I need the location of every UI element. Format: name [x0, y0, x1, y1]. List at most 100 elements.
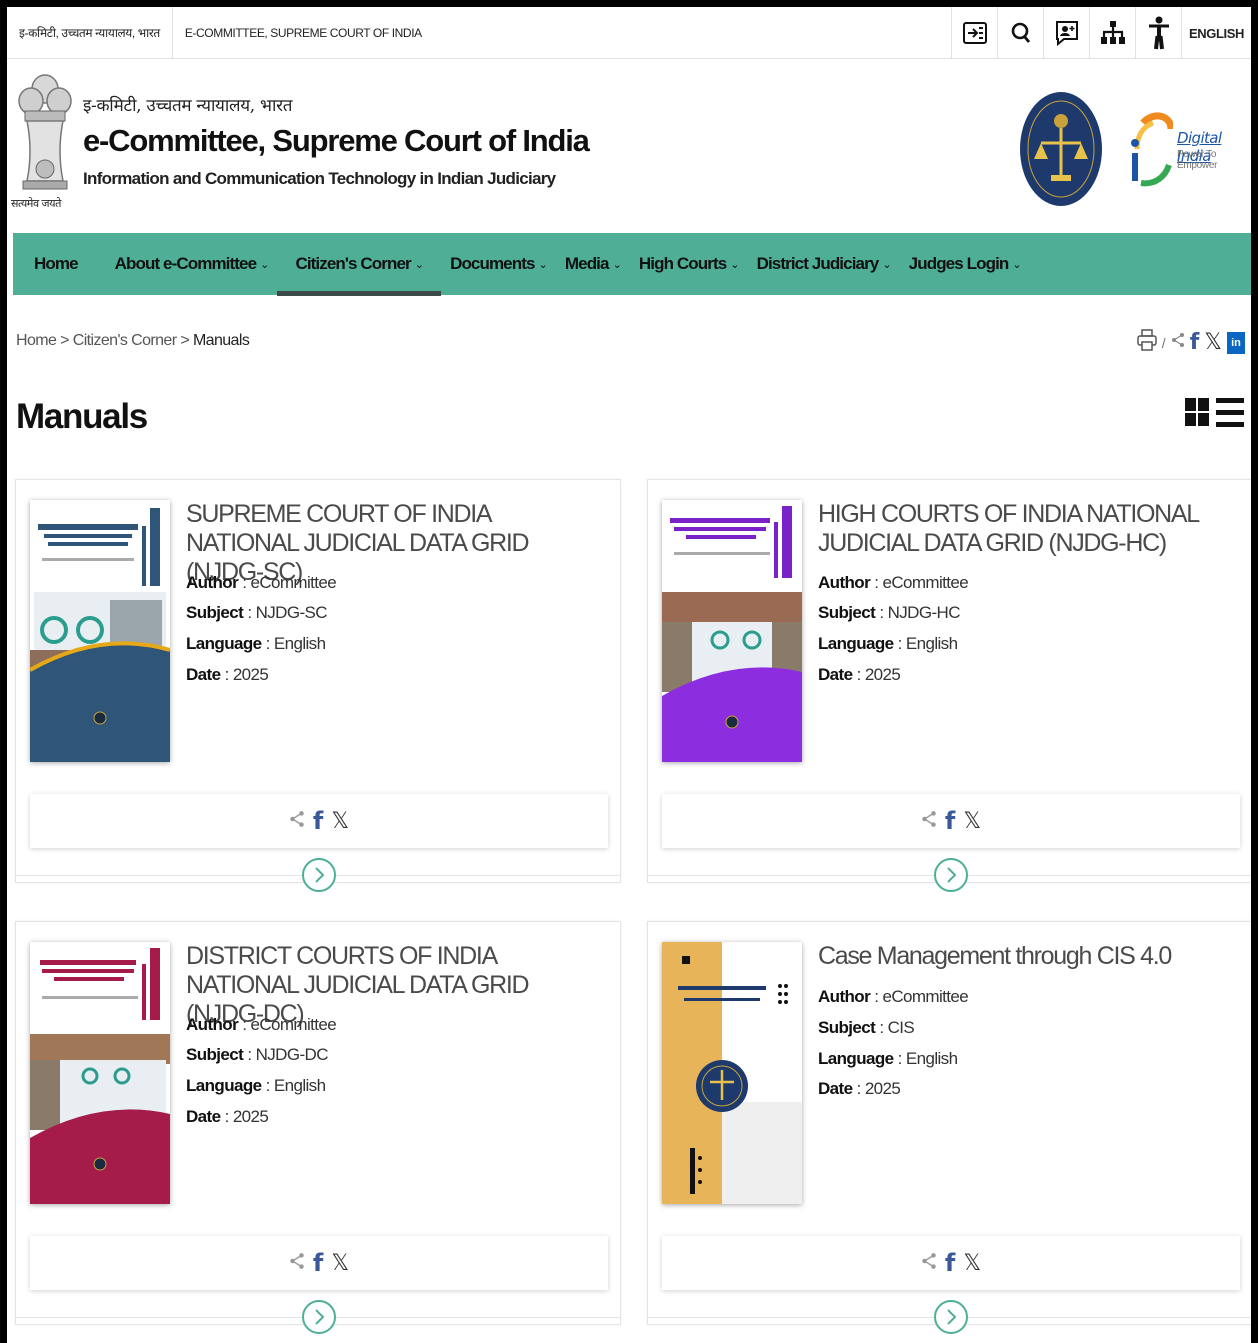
top-bar: इ-कमिटी, उच्चतम न्यायालय, भारत E-COMMITT… — [7, 7, 1251, 59]
view-toggle — [1184, 395, 1244, 434]
subject-value: NJDG-HC — [887, 603, 961, 622]
language-label: Language — [186, 1076, 262, 1095]
chevron-down-icon: ⌄ — [882, 258, 891, 271]
manual-card: HIGH COURTS OF INDIA NATIONAL JUDICIAL D… — [647, 479, 1251, 892]
subject-label: Subject — [818, 603, 876, 622]
page-share-tools: / f 𝕏 in — [1137, 329, 1245, 356]
read-more-arrow-icon[interactable] — [934, 858, 968, 892]
read-more-arrow-icon[interactable] — [302, 1300, 336, 1334]
x-twitter-icon[interactable]: 𝕏 — [331, 809, 349, 834]
print-icon[interactable] — [1137, 329, 1157, 356]
author-label: Author — [186, 573, 239, 592]
facebook-icon[interactable]: f — [313, 807, 323, 835]
language-selector[interactable]: ENGLISH — [1181, 7, 1251, 59]
manual-cover-image[interactable] — [662, 942, 802, 1204]
manual-title[interactable]: HIGH COURTS OF INDIA NATIONAL JUDICIAL D… — [818, 500, 1228, 558]
share-icon[interactable] — [921, 1252, 937, 1275]
nav-home[interactable]: Home — [13, 233, 106, 295]
grid-view-icon[interactable] — [1184, 395, 1210, 434]
subject-label: Subject — [186, 603, 244, 622]
top-bar-english-label: E-COMMITTEE, SUPREME COURT OF INDIA — [184, 25, 422, 40]
site-subtitle: Information and Communication Technology… — [83, 169, 556, 188]
nav-home-label: Home — [34, 254, 79, 273]
site-title[interactable]: e-Committee, Supreme Court of India — [83, 123, 590, 159]
date-value: 2025 — [864, 1079, 901, 1098]
manual-card: Case Management through CIS 4.0 Author :… — [647, 921, 1251, 1334]
share-icon[interactable] — [1171, 332, 1185, 353]
author-label: Author — [818, 573, 871, 592]
date-value: 2025 — [864, 665, 901, 684]
manual-cover-image[interactable] — [662, 500, 802, 762]
chevron-down-icon: ⌄ — [260, 258, 269, 271]
nav-high-courts-label: High Courts — [638, 254, 727, 273]
site-title-hindi: इ-कमिटी, उच्चतम न्यायालय, भारत — [83, 96, 293, 116]
manual-cover-image[interactable] — [30, 500, 170, 762]
breadcrumb-home[interactable]: Home — [16, 332, 57, 349]
language-value: English — [273, 634, 326, 653]
top-bar-icons: ENGLISH — [951, 7, 1251, 59]
x-twitter-icon[interactable]: 𝕏 — [1204, 330, 1222, 355]
chevron-down-icon: ⌄ — [538, 258, 548, 271]
card-share-bar: f 𝕏 — [30, 1236, 608, 1290]
nav-high-courts[interactable]: High Courts ⌄ — [630, 233, 748, 295]
manual-title[interactable]: Case Management through CIS 4.0 — [818, 942, 1228, 971]
language-value: English — [905, 634, 958, 653]
facebook-icon[interactable]: f — [1190, 330, 1200, 355]
accessibility-icon[interactable] — [1135, 7, 1181, 59]
nav-media[interactable]: Media ⌄ — [556, 233, 630, 295]
author-label: Author — [186, 1015, 239, 1034]
date-label: Date — [186, 665, 221, 684]
linkedin-icon[interactable]: in — [1227, 331, 1245, 354]
nav-documents[interactable]: Documents ⌄ — [441, 233, 556, 295]
x-twitter-icon[interactable]: 𝕏 — [963, 1251, 981, 1276]
share-icon[interactable] — [289, 1252, 305, 1275]
date-value: 2025 — [232, 665, 269, 684]
share-icon[interactable] — [289, 810, 305, 833]
date-label: Date — [818, 665, 853, 684]
breadcrumb-citizens-corner[interactable]: Citizen's Corner — [73, 332, 177, 349]
nav-about[interactable]: About e-Committee ⌄ — [106, 233, 278, 295]
feedback-icon[interactable] — [1043, 7, 1089, 59]
site-header: सत्यमेव जयते इ-कमिटी, उच्चतम न्यायालय, भ… — [7, 59, 1251, 233]
manual-date: Date : 2025 — [186, 1107, 269, 1126]
author-value: eCommittee — [882, 573, 969, 592]
nav-citizens-corner[interactable]: Citizen's Corner ⌄ — [277, 233, 441, 296]
subject-value: NJDG-SC — [255, 603, 328, 622]
manual-cover-image[interactable] — [30, 942, 170, 1204]
skip-to-content-icon[interactable] — [951, 7, 997, 59]
date-label: Date — [186, 1107, 221, 1126]
share-icon[interactable] — [921, 810, 937, 833]
read-more-arrow-icon[interactable] — [934, 1300, 968, 1334]
language-label: Language — [818, 1049, 894, 1068]
card-share-bar: f 𝕏 — [662, 1236, 1240, 1290]
facebook-icon[interactable]: f — [313, 1249, 323, 1277]
nav-citizens-corner-label: Citizen's Corner — [295, 254, 411, 273]
chevron-down-icon: ⌄ — [730, 258, 739, 271]
national-emblem[interactable] — [15, 73, 75, 213]
digital-india-logo[interactable]: Digital India Power To Empower — [1127, 109, 1251, 189]
list-view-icon[interactable] — [1216, 395, 1244, 434]
language-label: Language — [818, 634, 894, 653]
nav-district-judiciary[interactable]: District Judiciary ⌄ — [748, 233, 900, 295]
date-label: Date — [818, 1079, 853, 1098]
author-value: eCommittee — [882, 987, 969, 1006]
read-more-arrow-icon[interactable] — [302, 858, 336, 892]
facebook-icon[interactable]: f — [945, 1249, 955, 1277]
author-value: eCommittee — [250, 1015, 337, 1034]
sitemap-icon[interactable] — [1089, 7, 1135, 59]
subject-label: Subject — [818, 1018, 876, 1037]
x-twitter-icon[interactable]: 𝕏 — [963, 809, 981, 834]
top-bar-hindi-label: इ-कमिटी, उच्चतम न्यायालय, भारत — [7, 7, 173, 59]
author-label: Author — [818, 987, 871, 1006]
nav-judges-login[interactable]: Judges Login ⌄ — [900, 233, 1030, 295]
x-twitter-icon[interactable]: 𝕏 — [331, 1251, 349, 1276]
emblem-caption: सत्यमेव जयते — [11, 198, 61, 210]
manual-author: Author : eCommittee — [186, 573, 337, 592]
manual-language: Language : English — [186, 1076, 326, 1095]
facebook-icon[interactable]: f — [945, 807, 955, 835]
nav-district-judiciary-label: District Judiciary — [756, 254, 880, 273]
manual-language: Language : English — [186, 634, 326, 653]
ecommittee-seal-logo[interactable] — [1019, 91, 1103, 207]
manual-card: SUPREME COURT OF INDIA NATIONAL JUDICIAL… — [15, 479, 621, 892]
search-icon[interactable] — [997, 7, 1043, 59]
